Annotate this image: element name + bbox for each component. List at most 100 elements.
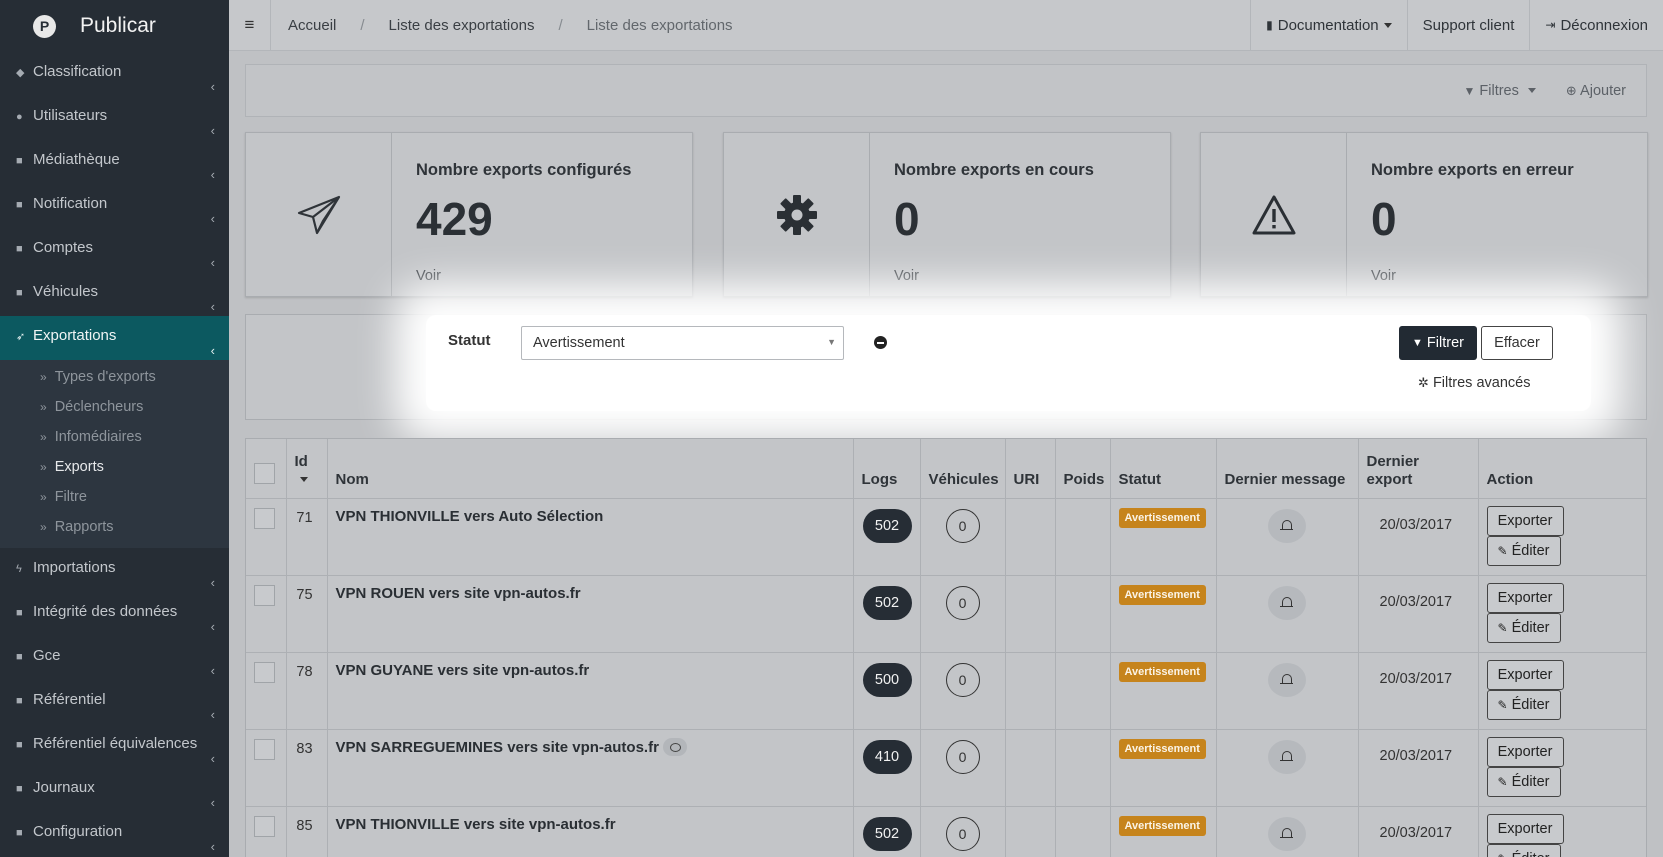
- sidebar-item-comptes[interactable]: ■ Comptes ‹: [0, 228, 229, 272]
- card-view-link[interactable]: Voir: [1371, 268, 1396, 284]
- row-checkbox[interactable]: [254, 738, 275, 760]
- sidebar-item-utilisateurs[interactable]: ● Utilisateurs ‹: [0, 96, 229, 140]
- edit-button[interactable]: ✎ Éditer: [1486, 535, 1561, 566]
- chevron-left-icon: ‹: [210, 575, 215, 590]
- clear-button[interactable]: Effacer: [1481, 326, 1553, 360]
- logs-count-badge[interactable]: 500: [862, 662, 912, 697]
- filters-dropdown[interactable]: ▼ Filtres: [1463, 82, 1536, 99]
- card-title: Nombre exports en erreur: [1371, 161, 1574, 179]
- row-name[interactable]: VPN THIONVILLE vers site vpn-autos.fr: [336, 816, 616, 833]
- hamburger-menu-icon[interactable]: ≡: [229, 0, 271, 51]
- row-weight-cell: [1055, 575, 1111, 653]
- bell-icon[interactable]: [1267, 816, 1306, 851]
- sidebar-item-referentiel[interactable]: ■ Référentiel ‹: [0, 680, 229, 724]
- logs-count-badge[interactable]: 502: [862, 585, 912, 620]
- documentation-dropdown[interactable]: ▮ Documentation: [1250, 0, 1407, 51]
- column-header-id[interactable]: Id: [286, 439, 328, 499]
- logout-link[interactable]: ⇥ Déconnexion: [1529, 0, 1663, 51]
- edit-button[interactable]: ✎ Éditer: [1486, 612, 1561, 643]
- add-button[interactable]: ⊕ Ajouter: [1566, 83, 1626, 99]
- bell-icon[interactable]: [1267, 662, 1306, 697]
- card-view-link[interactable]: Voir: [416, 268, 441, 284]
- logs-count-badge[interactable]: 502: [862, 816, 912, 851]
- select-all-checkbox[interactable]: [254, 462, 275, 484]
- row-name[interactable]: VPN THIONVILLE vers Auto Sélection: [336, 508, 604, 525]
- topbar: ≡ Accueil / Liste des exportations / Lis…: [229, 0, 1663, 51]
- sidebar-item-exportations[interactable]: ➶ Exportations ‹: [0, 316, 229, 360]
- last-export-date: 20/03/2017: [1379, 593, 1453, 610]
- sidebar-item-label: Médiathèque: [33, 151, 120, 168]
- pencil-icon: ✎: [1497, 697, 1508, 712]
- row-checkbox[interactable]: [254, 661, 275, 683]
- row-action-cell: Exporter ✎ Éditer: [1478, 575, 1646, 653]
- export-button[interactable]: Exporter: [1486, 582, 1564, 613]
- sidebar-subitem-rapports[interactable]: » Rapports: [0, 514, 229, 544]
- sidebar-item-notification[interactable]: ■ Notification ‹: [0, 184, 229, 228]
- row-name[interactable]: VPN SARREGUEMINES vers site vpn-autos.fr: [336, 739, 659, 756]
- sidebar-subitem-filtre[interactable]: » Filtre: [0, 484, 229, 514]
- vehicles-count[interactable]: 0: [945, 585, 980, 620]
- paper-plane-icon: [297, 195, 340, 234]
- folder-icon: ■: [16, 651, 23, 663]
- row-checkbox[interactable]: [254, 815, 275, 837]
- sidebar-item-importations[interactable]: ϟ Importations ‹: [0, 548, 229, 592]
- bell-icon[interactable]: [1267, 739, 1306, 774]
- status-select[interactable]: Avertissement ▼: [521, 326, 844, 360]
- sidebar-item-label: Configuration: [33, 823, 123, 840]
- breadcrumb-exports-list[interactable]: Liste des exportations: [389, 17, 535, 34]
- row-name[interactable]: VPN GUYANE vers site vpn-autos.fr: [336, 662, 590, 679]
- vehicles-count[interactable]: 0: [945, 816, 980, 851]
- card-title: Nombre exports en cours: [894, 161, 1094, 179]
- export-button[interactable]: Exporter: [1486, 813, 1564, 844]
- row-name[interactable]: VPN ROUEN vers site vpn-autos.fr: [336, 585, 581, 602]
- sidebar-item-classification[interactable]: ◆ Classification ‹: [0, 52, 229, 96]
- logs-count-badge[interactable]: 410: [862, 739, 912, 774]
- chevron-left-icon: ‹: [210, 663, 215, 678]
- sidebar-item-referentiel-equivalences[interactable]: ■ Référentiel équivalences ‹: [0, 724, 229, 768]
- logs-count-badge[interactable]: 502: [862, 508, 912, 543]
- vehicles-count[interactable]: 0: [945, 739, 980, 774]
- sidebar-item-vehicules[interactable]: ■ Véhicules ‹: [0, 272, 229, 316]
- export-button[interactable]: Exporter: [1486, 736, 1564, 767]
- edit-button[interactable]: ✎ Éditer: [1486, 766, 1561, 797]
- comment-icon[interactable]: [662, 737, 687, 756]
- edit-button[interactable]: ✎ Éditer: [1486, 843, 1561, 857]
- bell-icon[interactable]: [1267, 585, 1306, 620]
- chevron-left-icon: ‹: [210, 619, 215, 634]
- row-action-cell: Exporter ✎ Éditer: [1478, 806, 1646, 857]
- export-button[interactable]: Exporter: [1486, 659, 1564, 690]
- export-button[interactable]: Exporter: [1486, 505, 1564, 536]
- bell-icon[interactable]: [1267, 508, 1306, 543]
- row-weight-cell: [1055, 652, 1111, 730]
- stat-card-running: Nombre exports en cours 0 Voir: [723, 132, 1171, 297]
- double-chevron-right-icon: »: [40, 520, 47, 534]
- row-checkbox[interactable]: [254, 507, 275, 529]
- sidebar-subitem-types-exports[interactable]: » Types d'exports: [0, 364, 229, 394]
- breadcrumb-home[interactable]: Accueil: [288, 17, 336, 34]
- chevron-left-icon: ‹: [210, 211, 215, 226]
- vehicles-count[interactable]: 0: [945, 508, 980, 543]
- row-checkbox[interactable]: [254, 584, 275, 606]
- sidebar-subitem-label: Exports: [54, 459, 104, 475]
- sidebar-item-integrite[interactable]: ■ Intégrité des données ‹: [0, 592, 229, 636]
- column-header-dernier-export: Dernier export: [1358, 439, 1479, 499]
- filters-label: Filtres: [1479, 82, 1519, 99]
- remove-filter-icon[interactable]: [874, 336, 887, 349]
- row-uri-cell: [1005, 652, 1056, 730]
- sidebar-item-mediatheque[interactable]: ■ Médiathèque ‹: [0, 140, 229, 184]
- row-vehicles-cell: 0: [920, 806, 1006, 857]
- sidebar-item-gce[interactable]: ■ Gce ‹: [0, 636, 229, 680]
- brand[interactable]: P Publicar: [0, 0, 229, 52]
- support-link[interactable]: Support client: [1406, 0, 1530, 51]
- sidebar-subitem-declencheurs[interactable]: » Déclencheurs: [0, 394, 229, 424]
- edit-button[interactable]: ✎ Éditer: [1486, 689, 1561, 720]
- sidebar-subitem-infomediaires[interactable]: » Infomédiaires: [0, 424, 229, 454]
- sidebar-subitem-exports[interactable]: » Exports: [0, 454, 229, 484]
- vehicles-count[interactable]: 0: [945, 662, 980, 697]
- sidebar-item-journaux[interactable]: ■ Journaux ‹: [0, 768, 229, 812]
- sidebar-item-configuration[interactable]: ■ Configuration ‹: [0, 812, 229, 856]
- card-view-link[interactable]: Voir: [894, 268, 919, 284]
- advanced-filters-link[interactable]: ✲ Filtres avancés: [1418, 375, 1530, 391]
- table-row: 75 VPN ROUEN vers site vpn-autos.fr 502 …: [246, 575, 1646, 653]
- filter-button[interactable]: ▼ Filtrer: [1399, 326, 1477, 360]
